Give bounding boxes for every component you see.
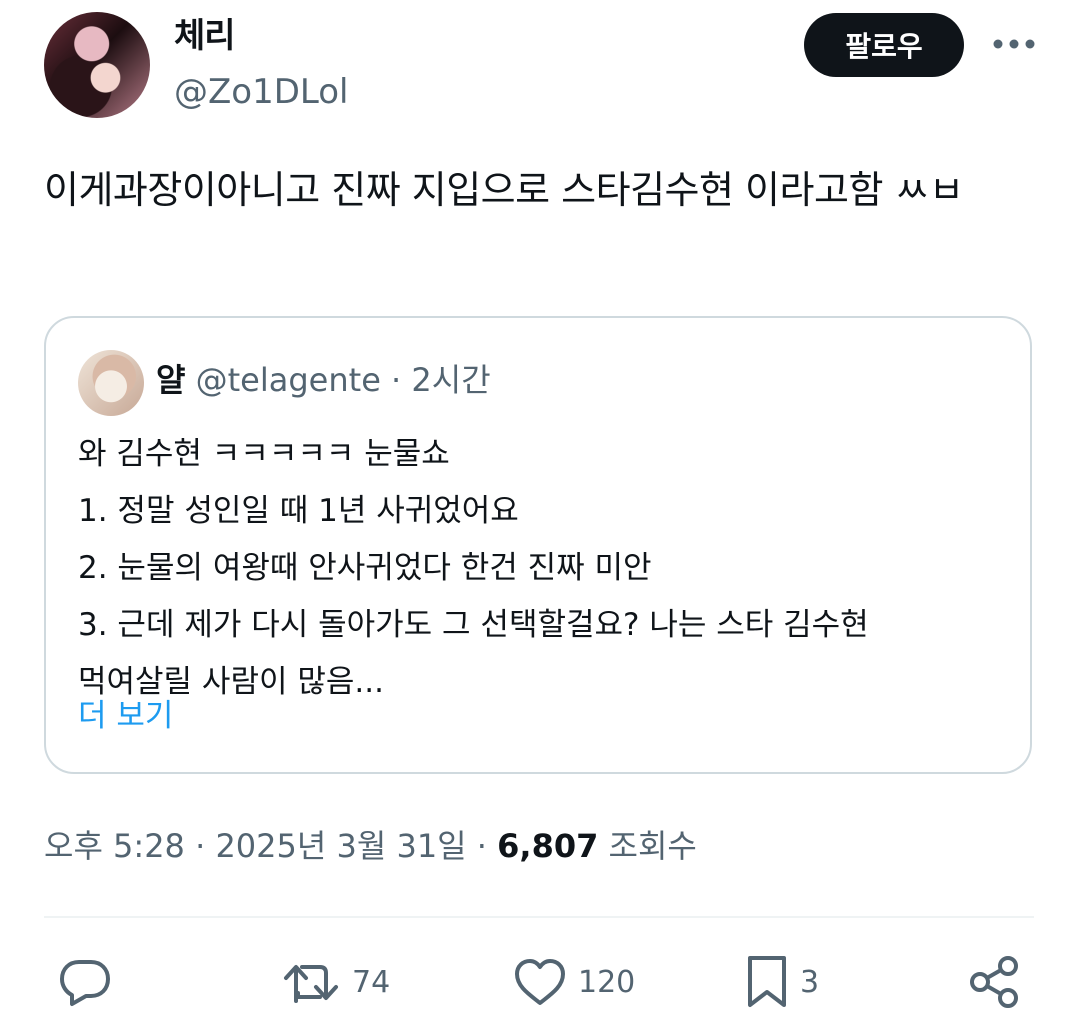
quoted-text-line: 와 김수현 ㅋㅋㅋㅋㅋ 눈물쇼: [78, 436, 450, 472]
views-count: 6,807: [497, 827, 599, 865]
tweet-text: 이게과장이아니고 진짜 지입으로 스타김수현 이라고함 ㅆㅂ: [44, 168, 964, 212]
tweet-metadata: 오후 5:28 · 2025년 3월 31일 · 6,807 조회수: [44, 824, 697, 868]
quoted-tweet-time: 2시간: [411, 361, 491, 399]
quoted-author-handle: @telagente: [195, 361, 381, 399]
quoted-text-line: 3. 근데 제가 다시 돌아가도 그 선택할걸요? 나는 스타 김수현: [78, 607, 869, 643]
share-icon: [970, 956, 1018, 1008]
views-label: 조회수: [608, 827, 697, 865]
bookmark-count: 3: [800, 964, 820, 1000]
quoted-text-line: 먹여살릴 사람이 많음...: [78, 664, 384, 700]
quoted-author-name: 얄: [156, 361, 186, 399]
like-button[interactable]: 120: [512, 952, 635, 1012]
like-count: 120: [578, 964, 636, 1000]
separator-dot: ·: [391, 361, 402, 399]
retweet-button[interactable]: 74: [282, 952, 390, 1012]
reply-button[interactable]: [58, 952, 122, 1012]
follow-button[interactable]: 팔로우: [804, 13, 964, 77]
author-name[interactable]: 체리: [174, 14, 236, 58]
quoted-tweet-text: 와 김수현 ㅋㅋㅋㅋㅋ 눈물쇼 1. 정말 성인일 때 1년 사귀었어요 2. …: [78, 426, 1008, 711]
quoted-tweet-card[interactable]: 얄 @telagente · 2시간 와 김수현 ㅋㅋㅋㅋㅋ 눈물쇼 1. 정말…: [44, 316, 1032, 774]
separator-dot: ·: [476, 827, 487, 865]
reply-icon: [60, 960, 110, 1006]
bookmark-icon: [748, 956, 786, 1007]
author-handle[interactable]: @Zo1DLol: [174, 70, 349, 114]
tweet-date[interactable]: 2025년 3월 31일: [215, 827, 466, 865]
author-avatar[interactable]: [44, 12, 150, 118]
quoted-tweet-header: 얄 @telagente · 2시간: [156, 358, 491, 402]
retweet-count: 74: [352, 964, 391, 1000]
show-more-link[interactable]: 더 보기: [78, 694, 173, 738]
more-options-button[interactable]: [984, 24, 1044, 64]
separator-dot: ·: [195, 827, 206, 865]
quoted-text-line: 1. 정말 성인일 때 1년 사귀었어요: [78, 493, 519, 529]
tweet-time[interactable]: 오후 5:28: [44, 827, 185, 865]
bookmark-button[interactable]: 3: [744, 952, 819, 1012]
more-icon: [993, 39, 1035, 49]
share-button[interactable]: [966, 952, 1022, 1012]
divider: [44, 916, 1034, 918]
retweet-icon: [284, 965, 338, 1003]
quoted-text-line: 2. 눈물의 여왕때 안사귀었다 한건 진짜 미안: [78, 550, 652, 586]
like-icon: [515, 959, 565, 1005]
quoted-author-avatar: [78, 350, 144, 416]
